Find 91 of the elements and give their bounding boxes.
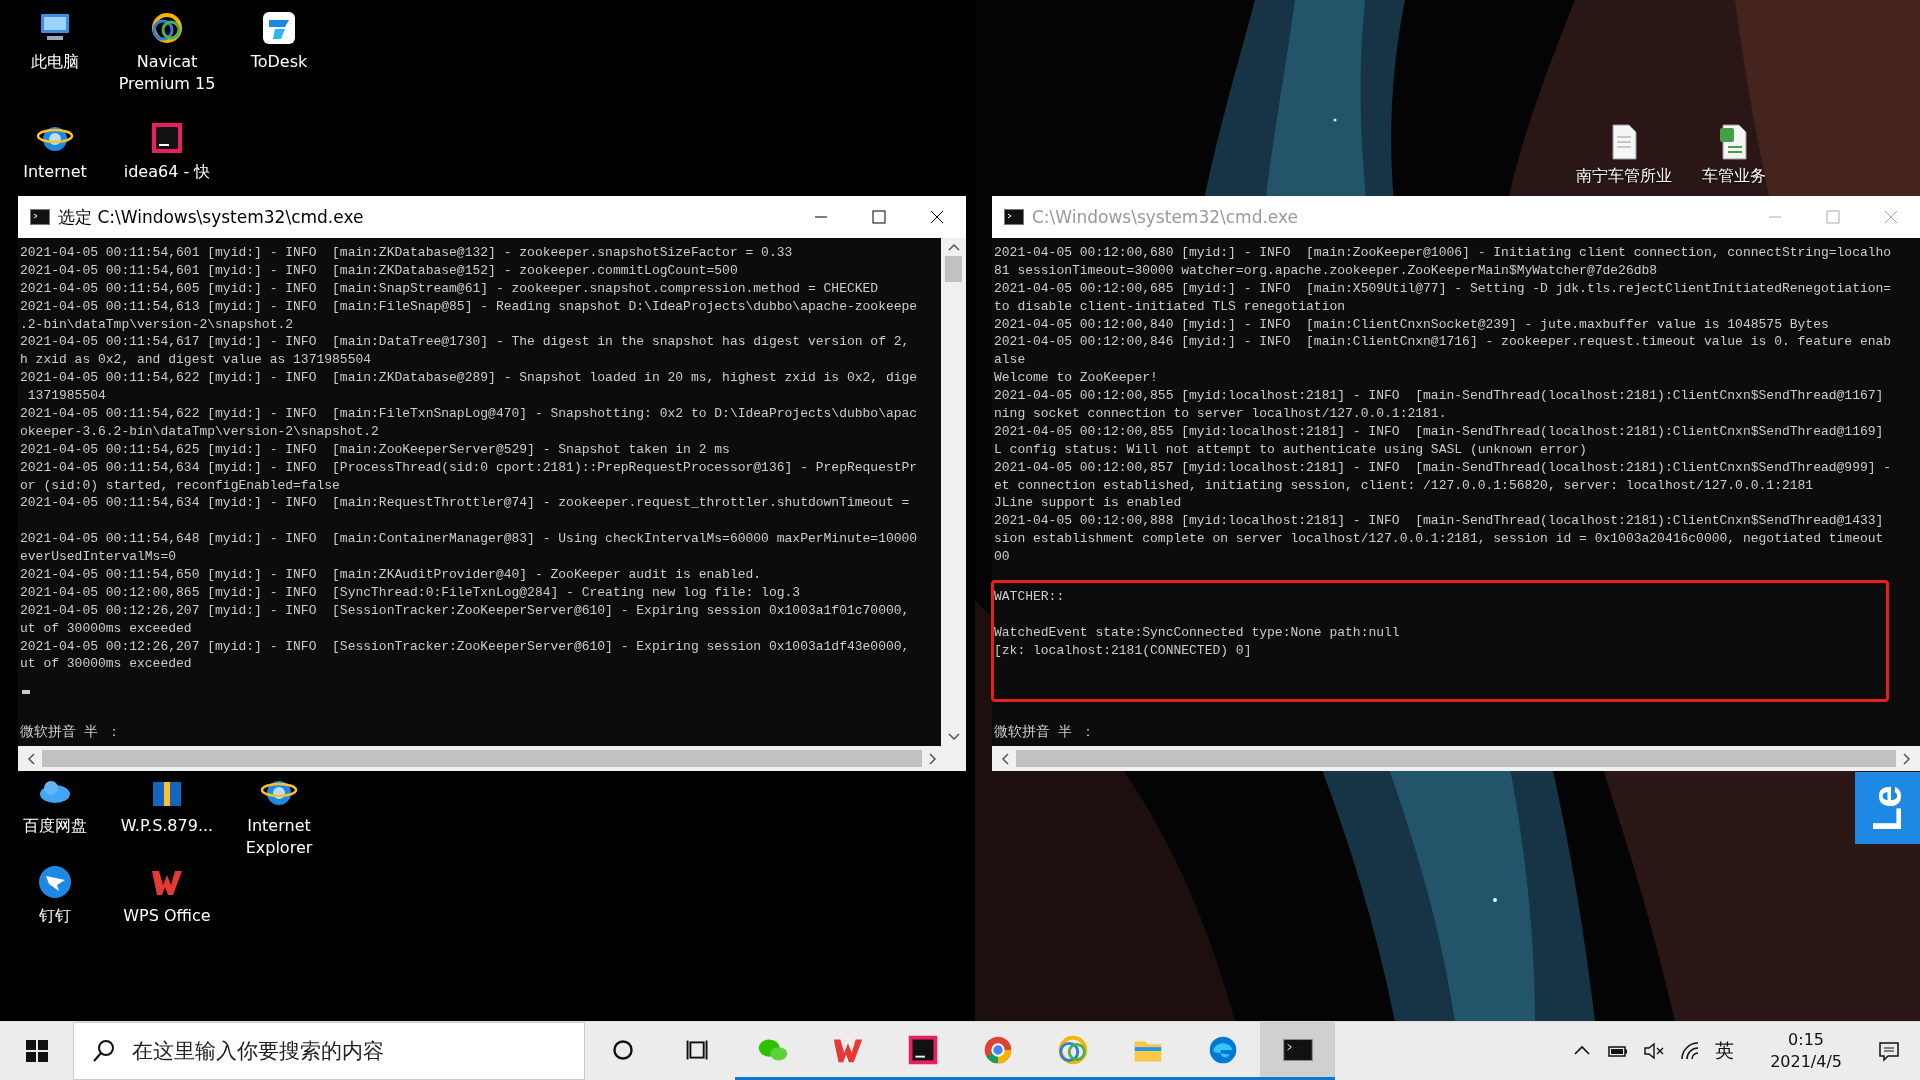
horizontal-scrollbar[interactable] <box>992 746 1920 771</box>
scroll-left-icon[interactable] <box>26 751 36 766</box>
vertical-scrollbar[interactable] <box>941 238 966 746</box>
terminal-line: 2021-04-05 00:12:00,865 [myid:] - INFO [SyncThread:0:FileTxnLog@284] - Creating new log file: log.3 <box>20 583 802 602</box>
terminal-line: to disable client-initiated TLS renegotiation <box>994 297 1347 316</box>
terminal-line: ut of 30000ms exceeded <box>20 655 193 674</box>
terminal-line: 2021-04-05 00:12:00,840 [myid:] - INFO [main:ClientCnxnSocket@239] - jute.maxbuffer value is 1048575 Bytes <box>994 315 1830 334</box>
icon-label[interactable]: WPS Office <box>123 905 211 927</box>
terminal-line: 2021-04-05 00:11:54,634 [myid:] - INFO [ProcessThread(sid:0 cport:2181)::PrepRequestProcessor@136] - PrepRequestPr <box>20 458 919 477</box>
notification-icon[interactable] <box>1878 1040 1900 1062</box>
close-icon <box>929 209 945 225</box>
search-field[interactable]: 在这里输入你要搜索的内容 <box>130 1038 554 1064</box>
icon-label[interactable]: 车管业务 <box>1702 165 1766 187</box>
minimize-icon <box>815 216 827 218</box>
window-title: 选定 C:\Windows\system32\cmd.exe <box>58 205 365 229</box>
side-tab[interactable]: Le <box>1855 772 1920 844</box>
horizontal-scrollbar[interactable] <box>18 746 966 771</box>
terminal-line: 81 sessionTimeout=30000 watcher=org.apache.zookeeper.ZooKeeperMain$MyWatcher@7de26db8 <box>994 261 1659 280</box>
icon-label[interactable]: idea64 - 快 <box>123 161 211 183</box>
terminal-line: ut of 30000ms exceeded <box>20 619 193 638</box>
terminal-line: alse <box>994 351 1027 370</box>
terminal-line: 2021-04-05 00:11:54,650 [myid:] - INFO [main:ZKAuditProvider@40] - ZooKeeper audit is enabled. <box>20 566 763 584</box>
terminal-line: 2021-04-05 00:12:00,855 [myid:localhost:2181] - INFO [main-SendThread(localhost:2181):ClientCnxn$SendThread@1167] <box>994 387 1885 405</box>
terminal-line: 00 <box>994 548 1011 567</box>
taskbar-button[interactable] <box>1260 1022 1335 1080</box>
icon-label[interactable]: 此电脑 <box>31 51 79 73</box>
terminal-line: WATCHER:: <box>994 588 1066 606</box>
icon-label[interactable]: 百度网盘 <box>23 815 87 837</box>
search-bar[interactable]: 在这里输入你要搜索的内容 <box>73 1022 585 1080</box>
minimize-icon <box>1769 216 1781 218</box>
terminal-line: WatchedEvent state:SyncConnected type:None path:null <box>994 623 1401 642</box>
scroll-right-icon[interactable] <box>928 751 938 766</box>
scroll-up-icon[interactable] <box>946 242 961 252</box>
ime-status: 微软拼音 半 ： <box>994 724 1096 742</box>
terminal-line: h zxid as 0x2, and digest value as 1371985504 <box>20 351 373 370</box>
scrollbar-thumb[interactable] <box>945 256 962 282</box>
terminal-icon <box>30 209 50 225</box>
speaker-muted-icon[interactable] <box>1643 1040 1666 1062</box>
scroll-right-icon[interactable] <box>1902 751 1912 766</box>
terminal-line: 2021-04-05 00:11:54,634 [myid:] - INFO [main:RequestThrottler@74] - zookeeper.request_throttler.shutdownTimeout = <box>20 494 911 513</box>
terminal-line: 2021-04-05 00:12:00,888 [myid:localhost:2181] - INFO [main-SendThread(localhost:2181):ClientCnxn$SendThread@1433] <box>994 512 1885 531</box>
terminal-line: .2-bin\dataTmp\version-2\snapshot.2 <box>20 315 295 334</box>
close-icon <box>1883 209 1899 225</box>
scrollbar-thumb[interactable] <box>42 750 922 767</box>
window-title: C:\Windows\system32\cmd.exe <box>1032 207 1299 227</box>
terminal-line: ning socket connection to server localhost/127.0.0.1:2181. <box>994 405 1448 423</box>
terminal-line: 2021-04-05 00:12:00,857 [myid:localhost:2181] - INFO [main-SendThread(localhost:2181):ClientCnxn$SendThread@999] - <box>994 458 1893 477</box>
terminal-line: Welcome to ZooKeeper! <box>994 369 1159 388</box>
terminal-line: 2021-04-05 00:11:54,622 [myid:] - INFO [main:ZKDatabase@289] - Snapshot loaded in 20 ms, highest zxid is 0x2, dige <box>20 369 919 388</box>
terminal-line: 2021-04-05 00:11:54,648 [myid:] - INFO [main:ContainerManager@83] - Using checkIntervalMs=60000 maxPerMinute=10000 <box>20 530 919 549</box>
terminal-line: 2021-04-05 00:11:54,622 [myid:] - INFO [main:FileTxnSnapLog@470] - Snapshotting: 0x2 to D:\IdeaProjects\dubbo\apac <box>20 405 919 423</box>
terminal-line: 2021-04-05 00:12:00,685 [myid:] - INFO [main:X509Util@77] - Setting -D jdk.tls.rejectClientInitiatedRenegotiation= <box>994 279 1893 298</box>
terminal-icon <box>1004 209 1024 225</box>
maximize-icon <box>1825 209 1841 225</box>
terminal-line: 2021-04-05 00:11:54,617 [myid:] - INFO [main:DataTree@1730] - The digest in the snapshot has digest version of 2, <box>20 333 911 352</box>
terminal-line: 2021-04-05 00:12:00,855 [myid:localhost:2181] - INFO [main-SendThread(localhost:2181):ClientCnxn$SendThread@1169] <box>994 422 1885 441</box>
icon-label[interactable]: Navicat Premium 15 <box>112 51 222 95</box>
scrollbar-thumb[interactable] <box>1016 750 1896 767</box>
terminal-line: [zk: localhost:2181(CONNECTED) 0] <box>994 641 1253 660</box>
clock-date[interactable]: 2021/4/5 <box>1770 1051 1842 1073</box>
icon-label[interactable]: W.P.S.879... <box>120 815 214 837</box>
search-icon <box>92 1039 116 1063</box>
input-language[interactable]: 英 <box>1715 1038 1735 1064</box>
terminal-line: 2021-04-05 00:11:54,601 [myid:] - INFO [main:ZKDatabase@132] - zookeeper.snapshotSizeFactor = 0.33 <box>20 244 794 262</box>
terminal-line: or (sid:0) started, reconfigEnabled=false <box>20 476 341 495</box>
terminal-line: 2021-04-05 00:11:54,601 [myid:] - INFO [main:ZKDatabase@152] - zookeeper.commitLogCount=500 <box>20 261 739 280</box>
terminal-line: 2021-04-05 00:11:54,613 [myid:] - INFO [main:FileSnap@85] - Reading snapshot D:\IdeaProjects\dubbo\apache-zookeepe <box>20 297 919 316</box>
icon-label[interactable]: Internet Explorer <box>224 815 334 859</box>
terminal-line: okeeper-3.6.2-bin\dataTmp\version-2\snapshot.2 <box>20 422 380 441</box>
terminal-line: 2021-04-05 00:11:54,625 [myid:] - INFO [main:ZooKeeperServer@529] - Snapshot taken in 2 ms <box>20 440 731 459</box>
ime-status: 微软拼音 半 ： <box>20 724 122 742</box>
terminal-line: 1371985504 <box>26 387 107 405</box>
terminal-line: 2021-04-05 00:12:26,207 [myid:] - INFO [SessionTracker:ZooKeeperServer@610] - Expiring session 0x1003a1df43e0000, <box>20 637 911 656</box>
scroll-down-icon[interactable] <box>946 732 961 742</box>
terminal-line: 2021-04-05 00:12:00,680 [myid:] - INFO [main:ZooKeeper@1006] - Initiating client connection, connectString=localho <box>994 244 1893 262</box>
icon-label[interactable]: ToDesk <box>250 51 308 73</box>
icon-label[interactable]: 南宁车管所业 <box>1576 165 1672 187</box>
icon-label[interactable]: Internet <box>23 161 87 183</box>
scroll-left-icon[interactable] <box>1000 751 1010 766</box>
terminal-line: sion establishment complete on server localhost/127.0.0.1:2181, session id = 0x1003a20416c0000, negotiated timeout <box>994 530 1885 549</box>
maximize-icon <box>871 209 887 225</box>
clock-time[interactable]: 0:15 <box>1788 1029 1825 1051</box>
terminal-line: JLine support is enabled <box>994 494 1183 513</box>
icon-label[interactable]: 钉钉 <box>39 905 71 927</box>
terminal-line: 2021-04-05 00:12:26,207 [myid:] - INFO [SessionTracker:ZooKeeperServer@610] - Expiring session 0x1003a1f01c70000, <box>20 601 911 620</box>
terminal-line: 2021-04-05 00:12:00,846 [myid:] - INFO [main:ClientCnxn@1716] - zookeeper.request.timeout value is 0. feature enab <box>994 333 1893 352</box>
terminal-line: et connection established, initiating session, client: /127.0.0.1:56820, server: localhost/127.0.0.1:2181 <box>994 476 1815 495</box>
grid-icon <box>24 1039 49 1063</box>
terminal-line: everUsedIntervalMs=0 <box>20 548 178 567</box>
terminal-line: 2021-04-05 00:11:54,605 [myid:] - INFO [main:SnapStream@61] - zookeeper.snapshot.compression.method = CHECKED <box>20 279 880 298</box>
terminal-line: L config status: Will not attempt to authenticate using SASL (unknown error) <box>994 440 1588 459</box>
